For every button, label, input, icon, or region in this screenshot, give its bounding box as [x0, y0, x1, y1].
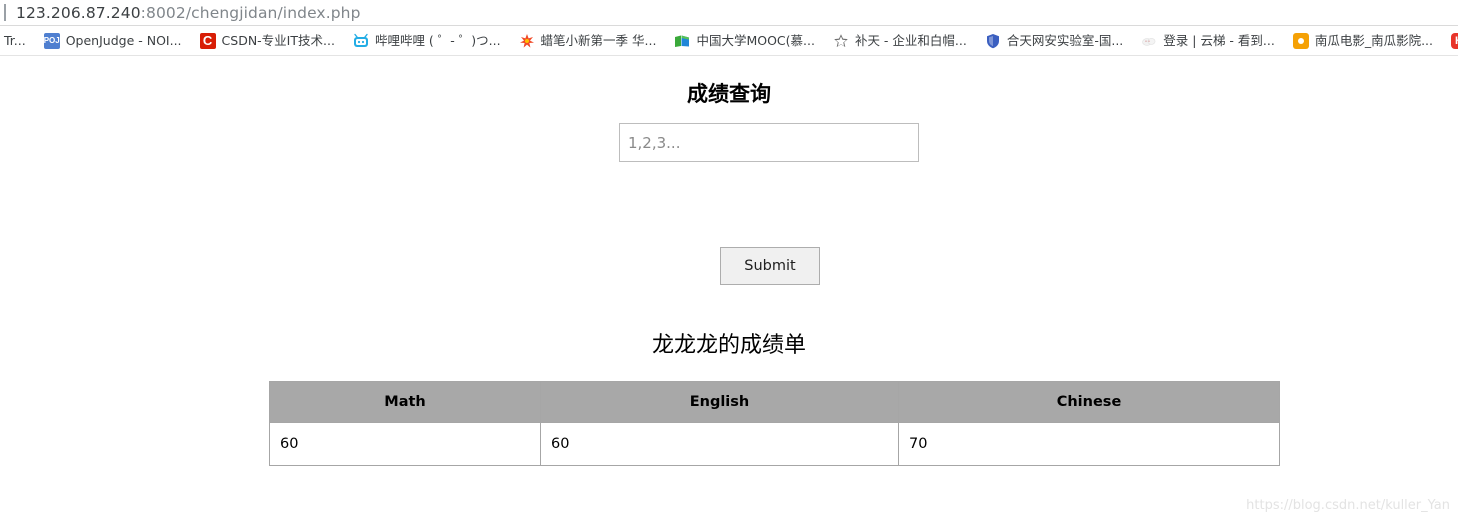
url-path: :8002/chengjidan/index.php	[140, 3, 361, 22]
grades-table: Math English Chinese 60 60 70	[269, 381, 1280, 466]
bookmark-item-mooc[interactable]: 中国大学MOOC(慕...	[672, 30, 817, 52]
column-header-math: Math	[269, 381, 541, 423]
bookmark-label: 中国大学MOOC(慕...	[696, 32, 815, 48]
bookmark-label: 登录 | 云梯 - 看到...	[1163, 32, 1275, 48]
bookmark-label: 哔哩哔哩 ( ゜- ゜)つ...	[374, 32, 501, 48]
bookmark-label: 蜡笔小新第一季 华...	[540, 32, 657, 48]
star-icon	[833, 33, 849, 49]
bookmark-item-h[interactable]: H H	[1449, 30, 1458, 52]
cell-chinese-score: 70	[898, 422, 1280, 466]
table-header-row: Math English Chinese	[269, 381, 1280, 423]
bookmark-item-yunti[interactable]: 登录 | 云梯 - 看到...	[1139, 30, 1277, 52]
report-title: 龙龙龙的成绩单	[651, 333, 806, 358]
bookmark-item-csdn[interactable]: C CSDN-专业IT技术...	[198, 30, 337, 52]
bookmark-label: 南瓜电影_南瓜影院...	[1314, 32, 1433, 48]
bilibili-icon	[352, 32, 369, 49]
address-bar[interactable]: 123.206.87.240:8002/chengjidan/index.php	[0, 0, 1458, 26]
bookmark-item-tr[interactable]: Tr...	[2, 30, 28, 52]
bookmark-item-butian[interactable]: 补天 - 企业和白帽...	[831, 30, 969, 52]
text-cursor	[4, 4, 6, 21]
bookmark-label: 补天 - 企业和白帽...	[854, 32, 967, 48]
url-host: 123.206.87.240	[16, 3, 141, 22]
cloud-icon	[1141, 33, 1157, 49]
bookmarks-bar[interactable]: Tr... POJ OpenJudge - NOI... C CSDN-专业IT…	[0, 26, 1458, 56]
bookmark-label: 合天网安实验室-国...	[1006, 32, 1124, 48]
cell-math-score: 60	[269, 422, 541, 466]
sohu-icon	[519, 33, 535, 49]
mooc-book-icon	[674, 33, 690, 49]
search-input[interactable]	[619, 123, 919, 162]
bookmark-label: Tr...	[4, 32, 26, 48]
bookmark-label: OpenJudge - NOI...	[65, 32, 182, 48]
column-header-english: English	[540, 381, 899, 423]
browser-chrome: 123.206.87.240:8002/chengjidan/index.php…	[0, 0, 1458, 56]
bookmark-item-bilibili[interactable]: 哔哩哔哩 ( ゜- ゜)つ...	[351, 30, 503, 52]
h-icon: H	[1451, 32, 1458, 49]
shield-icon	[985, 33, 1001, 49]
poj-icon: POJ	[43, 32, 60, 49]
submit-button[interactable]: Submit	[720, 247, 820, 285]
watermark: https://blog.csdn.net/kuller_Yan	[1246, 498, 1450, 513]
cell-english-score: 60	[540, 422, 899, 466]
page-title: 成绩查询	[687, 82, 771, 106]
bookmark-item-pumpkin-movie[interactable]: 南瓜电影_南瓜影院...	[1291, 30, 1435, 52]
bookmark-item-crayon-shinchan[interactable]: 蜡笔小新第一季 华...	[517, 30, 659, 52]
table-row: 60 60 70	[269, 422, 1280, 466]
column-header-chinese: Chinese	[898, 381, 1280, 423]
address-bar-url[interactable]: 123.206.87.240:8002/chengjidan/index.php	[16, 4, 361, 22]
csdn-icon: C	[199, 32, 216, 49]
bookmark-item-openjudge[interactable]: POJ OpenJudge - NOI...	[42, 30, 184, 52]
bookmark-label: CSDN-专业IT技术...	[221, 32, 335, 48]
bookmark-item-hetianlab[interactable]: 合天网安实验室-国...	[983, 30, 1125, 52]
pumpkin-icon	[1292, 32, 1309, 49]
page-content: 成绩查询 Submit 龙龙龙的成绩单 Math English Chinese…	[0, 56, 1458, 519]
